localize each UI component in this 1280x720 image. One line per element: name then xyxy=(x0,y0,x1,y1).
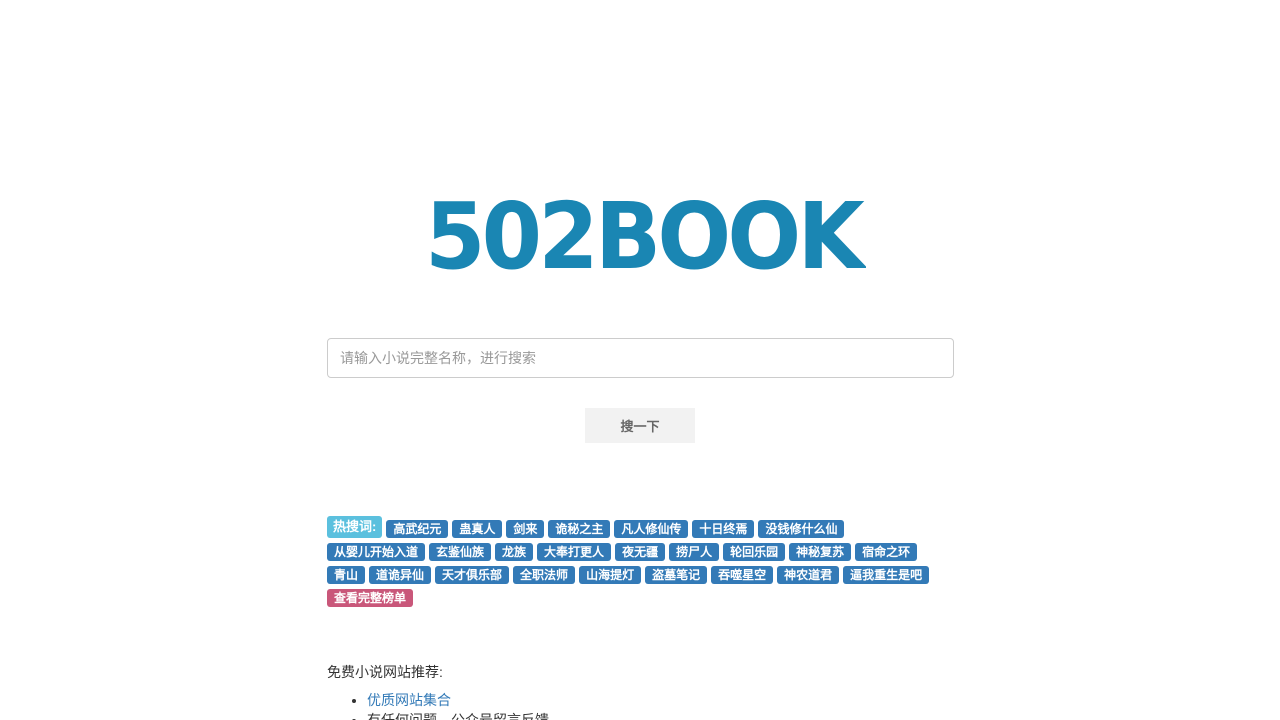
hot-tag[interactable]: 龙族 xyxy=(495,543,534,561)
hot-row-4: 查看完整榜单 xyxy=(327,584,957,607)
hot-search-label: 热搜词: xyxy=(327,516,383,538)
hot-tag[interactable]: 凡人修仙传 xyxy=(614,520,689,538)
search-button[interactable]: 搜一下 xyxy=(585,408,695,443)
hot-tag[interactable]: 从婴儿开始入道 xyxy=(327,543,426,561)
hot-tag[interactable]: 夜无疆 xyxy=(615,543,666,561)
hot-row-3: 青山 道诡异仙 天才俱乐部 全职法师 山海提灯 盗墓笔记 吞噬星空 神农道君 逼… xyxy=(327,561,957,584)
hot-tag[interactable]: 神农道君 xyxy=(777,566,840,584)
hot-tag[interactable]: 全职法师 xyxy=(513,566,576,584)
hot-tag[interactable]: 轮回乐园 xyxy=(723,543,786,561)
hot-tag[interactable]: 捞尸人 xyxy=(669,543,720,561)
recommend-list: 优质网站集合 有任何问题，公众号留言反馈 xyxy=(327,690,549,720)
hot-tag[interactable]: 没钱修什么仙 xyxy=(758,520,845,538)
hot-row-2: 从婴儿开始入道 玄鉴仙族 龙族 大奉打更人 夜无疆 捞尸人 轮回乐园 神秘复苏 … xyxy=(327,538,957,561)
hot-tag[interactable]: 青山 xyxy=(327,566,366,584)
hot-tag[interactable]: 逼我重生是吧 xyxy=(843,566,930,584)
hot-tag[interactable]: 吞噬星空 xyxy=(711,566,774,584)
hot-tag[interactable]: 神秘复苏 xyxy=(789,543,852,561)
hot-search-area: 热搜词: 高武纪元 蛊真人 剑来 诡秘之主 凡人修仙传 十日终焉 没钱修什么仙 … xyxy=(327,515,957,607)
hot-tag[interactable]: 玄鉴仙族 xyxy=(429,543,492,561)
recommend-note: 有任何问题，公众号留言反馈 xyxy=(367,712,549,720)
full-list-button[interactable]: 查看完整榜单 xyxy=(327,589,414,607)
hot-tag[interactable]: 诡秘之主 xyxy=(548,520,611,538)
hot-tag[interactable]: 十日终焉 xyxy=(692,520,755,538)
list-item: 优质网站集合 xyxy=(367,690,549,710)
hot-tag[interactable]: 盗墓笔记 xyxy=(645,566,708,584)
hot-tag[interactable]: 山海提灯 xyxy=(579,566,642,584)
hot-tag[interactable]: 天才俱乐部 xyxy=(435,566,510,584)
search-input[interactable] xyxy=(327,338,954,378)
logo-text: 502BOOK xyxy=(425,188,866,278)
hot-tag[interactable]: 高武纪元 xyxy=(386,520,449,538)
recommend-title: 免费小说网站推荐: xyxy=(327,664,443,680)
hot-tag[interactable]: 蛊真人 xyxy=(452,520,503,538)
recommend-link[interactable]: 优质网站集合 xyxy=(367,692,451,708)
hot-tag[interactable]: 宿命之环 xyxy=(855,543,918,561)
list-item: 有任何问题，公众号留言反馈 xyxy=(367,710,549,720)
hot-tag[interactable]: 剑来 xyxy=(506,520,545,538)
hot-row-1: 热搜词: 高武纪元 蛊真人 剑来 诡秘之主 凡人修仙传 十日终焉 没钱修什么仙 xyxy=(327,515,957,538)
hot-tag[interactable]: 大奉打更人 xyxy=(537,543,612,561)
site-logo: 502BOOK xyxy=(425,188,866,278)
page: 502BOOK 搜一下 热搜词: 高武纪元 蛊真人 剑来 诡秘之主 凡人修仙传 … xyxy=(0,0,1280,720)
hot-tag[interactable]: 道诡异仙 xyxy=(369,566,432,584)
